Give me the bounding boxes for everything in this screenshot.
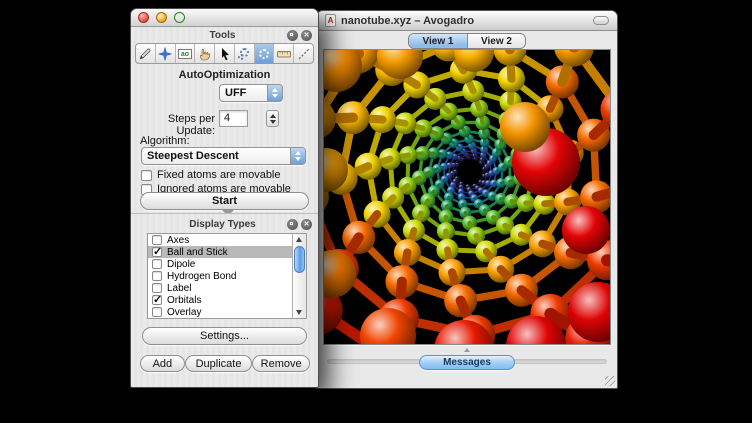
- checkbox[interactable]: [152, 259, 162, 269]
- cursor-icon: [218, 47, 232, 61]
- list-item-ball-and-stick[interactable]: Ball and Stick: [148, 246, 306, 258]
- avogadro-main-window: A nanotube.xyz – Avogadro View 1 View 2 …: [316, 10, 618, 389]
- checkbox[interactable]: [152, 235, 162, 245]
- display-types-title: Display Types: [137, 219, 284, 230]
- tab-view-1[interactable]: View 1: [409, 34, 467, 48]
- align-axis-icon: [297, 47, 311, 61]
- duplicate-button[interactable]: Duplicate: [185, 355, 253, 372]
- algorithm-popup[interactable]: Steepest Descent: [141, 147, 306, 165]
- checkbox[interactable]: [152, 283, 162, 293]
- list-item-dipole[interactable]: Dipole: [148, 258, 306, 270]
- gear-icon: [259, 49, 269, 59]
- window-title: nanotube.xyz – Avogadro: [341, 15, 474, 27]
- gl-viewport-nanotube[interactable]: [323, 49, 611, 345]
- minimize-traffic-light[interactable]: [156, 12, 167, 23]
- steps-per-update-label: Steps per Update:: [131, 113, 215, 137]
- tools-dock-title: Tools: [137, 30, 284, 41]
- list-item-axes[interactable]: Axes: [148, 234, 306, 246]
- messages-button[interactable]: Messages: [419, 355, 515, 370]
- selection-tool-button[interactable]: [214, 44, 234, 63]
- bond-centric-tool-button[interactable]: ao: [175, 44, 195, 63]
- float-panel-icon[interactable]: [287, 219, 298, 230]
- scrollbar-thumb[interactable]: [294, 246, 305, 273]
- auto-optimize-tool-button[interactable]: [254, 44, 274, 63]
- checkbox[interactable]: [152, 295, 162, 305]
- auto-rotate-tool-button[interactable]: [234, 44, 254, 63]
- close-panel-icon[interactable]: ✕: [301, 219, 312, 230]
- list-item-orbitals[interactable]: Orbitals: [148, 294, 306, 306]
- display-type-actions: Add Duplicate Remove: [140, 355, 310, 372]
- tools-dock-header: Tools ✕: [131, 28, 318, 42]
- steps-spinner[interactable]: [266, 110, 279, 127]
- scroll-up-icon[interactable]: [296, 237, 302, 242]
- list-item-hydrogen-bond[interactable]: Hydrogen Bond: [148, 270, 306, 282]
- draw-tool-button[interactable]: [136, 44, 155, 63]
- ruler-icon: [277, 47, 291, 61]
- steps-per-update-field[interactable]: 4: [219, 110, 248, 127]
- navigate-tool-button[interactable]: [155, 44, 175, 63]
- resize-grip[interactable]: [605, 376, 615, 386]
- manipulate-tool-button[interactable]: [194, 44, 214, 63]
- remove-button[interactable]: Remove: [252, 355, 310, 372]
- list-scrollbar[interactable]: [292, 234, 306, 318]
- force-field-popup[interactable]: UFF: [219, 84, 283, 102]
- start-button[interactable]: Start: [140, 192, 309, 210]
- close-traffic-light[interactable]: [138, 12, 149, 23]
- toolbar-toggle-button[interactable]: [593, 16, 609, 25]
- display-types-list: Axes Ball and Stick Dipole Hydrogen Bond…: [147, 233, 307, 319]
- desktop: A nanotube.xyz – Avogadro View 1 View 2 …: [0, 0, 752, 423]
- measure-tool-button[interactable]: [273, 44, 293, 63]
- list-item-label[interactable]: Label: [148, 282, 306, 294]
- scroll-down-icon[interactable]: [296, 310, 302, 315]
- tab-view-2[interactable]: View 2: [467, 34, 525, 48]
- settings-button[interactable]: Settings...: [142, 327, 307, 345]
- collapse-handle-icon[interactable]: [463, 348, 471, 353]
- panel-splitter[interactable]: [131, 213, 318, 214]
- palette-titlebar[interactable]: [131, 9, 318, 27]
- float-panel-icon[interactable]: [287, 30, 298, 41]
- popup-arrows-icon: [267, 85, 282, 101]
- close-panel-icon[interactable]: ✕: [301, 30, 312, 41]
- view-tabs: View 1 View 2: [408, 33, 526, 49]
- checkbox[interactable]: [152, 247, 162, 257]
- display-types-dock-header: Display Types ✕: [131, 217, 318, 231]
- algorithm-label: Algorithm:: [140, 135, 190, 147]
- nanotube-render: [324, 50, 611, 345]
- navigate-star-icon: [158, 47, 172, 61]
- checkbox[interactable]: [152, 307, 162, 317]
- add-button[interactable]: Add: [140, 355, 185, 372]
- checkbox[interactable]: [152, 271, 162, 281]
- pencil-icon: [138, 47, 152, 61]
- double-gear-icon: [240, 48, 249, 60]
- bond-order-icon: ao: [178, 49, 192, 59]
- zoom-traffic-light[interactable]: [174, 12, 185, 23]
- list-item-overlay[interactable]: Overlay: [148, 306, 306, 318]
- hand-icon: [198, 47, 212, 61]
- main-titlebar[interactable]: A nanotube.xyz – Avogadro: [317, 11, 617, 31]
- popup-arrows-icon: [290, 148, 305, 164]
- autooptimization-title: AutoOptimization: [131, 69, 318, 81]
- view-tab-row: View 1 View 2: [317, 31, 617, 49]
- document-icon: A: [325, 14, 336, 27]
- fixed-atoms-label: Fixed atoms are movable: [157, 169, 281, 181]
- tools-toolbar: ao: [135, 43, 314, 64]
- tools-palette-window: Tools ✕ ao: [130, 8, 319, 388]
- align-tool-button[interactable]: [293, 44, 313, 63]
- fixed-atoms-checkbox[interactable]: [141, 170, 152, 181]
